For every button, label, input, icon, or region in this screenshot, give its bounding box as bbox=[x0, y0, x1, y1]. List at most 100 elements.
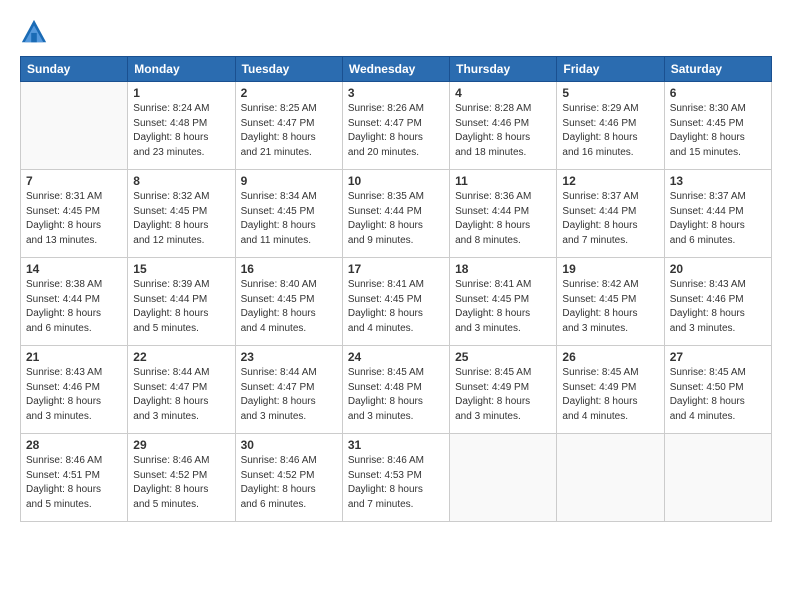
day-number: 26 bbox=[562, 350, 658, 364]
day-number: 21 bbox=[26, 350, 122, 364]
calendar-cell bbox=[664, 434, 771, 522]
day-number: 22 bbox=[133, 350, 229, 364]
calendar-cell: 22 Sunrise: 8:44 AM Sunset: 4:47 PM Dayli… bbox=[128, 346, 235, 434]
day-info: Sunrise: 8:46 AM Sunset: 4:52 PM Dayligh… bbox=[241, 454, 337, 512]
calendar-cell: 5Sunrise: 8:29 AM Sunset: 4:46 PM Daylig… bbox=[557, 82, 664, 170]
day-number: 31 bbox=[348, 438, 444, 452]
week-row-0: 1 Sunrise: 8:24 AM Sunset: 4:48 PM Daylig… bbox=[21, 82, 772, 170]
logo-icon bbox=[20, 18, 48, 46]
day-info: Sunrise: 8:37 AM Sunset: 4:44 PM Dayligh… bbox=[562, 190, 658, 248]
day-number: 3 bbox=[348, 86, 444, 100]
calendar-cell: 17 Sunrise: 8:41 AM Sunset: 4:45 PM Dayli… bbox=[342, 258, 449, 346]
calendar-cell bbox=[450, 434, 557, 522]
calendar-cell: 1 Sunrise: 8:24 AM Sunset: 4:48 PM Daylig… bbox=[128, 82, 235, 170]
day-number: 9 bbox=[241, 174, 337, 188]
calendar-cell bbox=[21, 82, 128, 170]
day-number: 30 bbox=[241, 438, 337, 452]
day-number: 17 bbox=[348, 262, 444, 276]
calendar-cell: 28 Sunrise: 8:46 AM Sunset: 4:51 PM Dayli… bbox=[21, 434, 128, 522]
day-info: Sunrise: 8:35 AM Sunset: 4:44 PM Dayligh… bbox=[348, 190, 444, 248]
week-row-3: 21 Sunrise: 8:43 AM Sunset: 4:46 PM Dayli… bbox=[21, 346, 772, 434]
day-info: Sunrise: 8:38 AM Sunset: 4:44 PM Dayligh… bbox=[26, 278, 122, 336]
weekday-header-tuesday: Tuesday bbox=[235, 57, 342, 82]
day-number: 14 bbox=[26, 262, 122, 276]
day-number: 16 bbox=[241, 262, 337, 276]
day-number: 4 bbox=[455, 86, 551, 100]
weekday-header-thursday: Thursday bbox=[450, 57, 557, 82]
calendar-cell: 10 Sunrise: 8:35 AM Sunset: 4:44 PM Dayli… bbox=[342, 170, 449, 258]
day-number: 11 bbox=[455, 174, 551, 188]
calendar-cell: 11 Sunrise: 8:36 AM Sunset: 4:44 PM Dayli… bbox=[450, 170, 557, 258]
day-info: Sunrise: 8:25 AM Sunset: 4:47 PM Dayligh… bbox=[241, 102, 337, 160]
calendar-table: SundayMondayTuesdayWednesdayThursdayFrid… bbox=[20, 56, 772, 522]
day-number: 28 bbox=[26, 438, 122, 452]
day-number: 1 bbox=[133, 86, 229, 100]
day-number: 27 bbox=[670, 350, 766, 364]
calendar-cell: 31 Sunrise: 8:46 AM Sunset: 4:53 PM Dayli… bbox=[342, 434, 449, 522]
day-info: Sunrise: 8:30 AM Sunset: 4:45 PM Dayligh… bbox=[670, 102, 766, 160]
day-number: 20 bbox=[670, 262, 766, 276]
calendar-cell: 25Sunrise: 8:45 AM Sunset: 4:49 PM Dayli… bbox=[450, 346, 557, 434]
day-info: Sunrise: 8:43 AM Sunset: 4:46 PM Dayligh… bbox=[26, 366, 122, 424]
day-info: Sunrise: 8:31 AM Sunset: 4:45 PM Dayligh… bbox=[26, 190, 122, 248]
day-info: Sunrise: 8:44 AM Sunset: 4:47 PM Dayligh… bbox=[241, 366, 337, 424]
day-info: Sunrise: 8:34 AM Sunset: 4:45 PM Dayligh… bbox=[241, 190, 337, 248]
calendar-cell: 19 Sunrise: 8:42 AM Sunset: 4:45 PM Dayli… bbox=[557, 258, 664, 346]
day-number: 24 bbox=[348, 350, 444, 364]
day-info: Sunrise: 8:24 AM Sunset: 4:48 PM Dayligh… bbox=[133, 102, 229, 160]
calendar-cell: 20 Sunrise: 8:43 AM Sunset: 4:46 PM Dayli… bbox=[664, 258, 771, 346]
calendar-cell: 6 Sunrise: 8:30 AM Sunset: 4:45 PM Daylig… bbox=[664, 82, 771, 170]
day-info: Sunrise: 8:39 AM Sunset: 4:44 PM Dayligh… bbox=[133, 278, 229, 336]
day-info: Sunrise: 8:37 AM Sunset: 4:44 PM Dayligh… bbox=[670, 190, 766, 248]
day-number: 6 bbox=[670, 86, 766, 100]
week-row-1: 7 Sunrise: 8:31 AM Sunset: 4:45 PM Daylig… bbox=[21, 170, 772, 258]
calendar-cell: 26 Sunrise: 8:45 AM Sunset: 4:49 PM Dayli… bbox=[557, 346, 664, 434]
calendar-cell: 27 Sunrise: 8:45 AM Sunset: 4:50 PM Dayli… bbox=[664, 346, 771, 434]
day-number: 8 bbox=[133, 174, 229, 188]
day-info: Sunrise: 8:36 AM Sunset: 4:44 PM Dayligh… bbox=[455, 190, 551, 248]
calendar-cell: 16 Sunrise: 8:40 AM Sunset: 4:45 PM Dayli… bbox=[235, 258, 342, 346]
day-info: Sunrise: 8:41 AM Sunset: 4:45 PM Dayligh… bbox=[348, 278, 444, 336]
week-row-4: 28 Sunrise: 8:46 AM Sunset: 4:51 PM Dayli… bbox=[21, 434, 772, 522]
calendar-cell: 29 Sunrise: 8:46 AM Sunset: 4:52 PM Dayli… bbox=[128, 434, 235, 522]
day-info: Sunrise: 8:46 AM Sunset: 4:52 PM Dayligh… bbox=[133, 454, 229, 512]
calendar-cell: 14 Sunrise: 8:38 AM Sunset: 4:44 PM Dayli… bbox=[21, 258, 128, 346]
calendar-cell: 30 Sunrise: 8:46 AM Sunset: 4:52 PM Dayli… bbox=[235, 434, 342, 522]
day-info: Sunrise: 8:44 AM Sunset: 4:47 PM Dayligh… bbox=[133, 366, 229, 424]
page: SundayMondayTuesdayWednesdayThursdayFrid… bbox=[0, 0, 792, 612]
day-info: Sunrise: 8:42 AM Sunset: 4:45 PM Dayligh… bbox=[562, 278, 658, 336]
day-number: 25 bbox=[455, 350, 551, 364]
day-number: 7 bbox=[26, 174, 122, 188]
calendar-cell: 23 Sunrise: 8:44 AM Sunset: 4:47 PM Dayli… bbox=[235, 346, 342, 434]
day-number: 18 bbox=[455, 262, 551, 276]
day-info: Sunrise: 8:46 AM Sunset: 4:51 PM Dayligh… bbox=[26, 454, 122, 512]
day-info: Sunrise: 8:43 AM Sunset: 4:46 PM Dayligh… bbox=[670, 278, 766, 336]
calendar-cell: 21 Sunrise: 8:43 AM Sunset: 4:46 PM Dayli… bbox=[21, 346, 128, 434]
calendar-cell: 2 Sunrise: 8:25 AM Sunset: 4:47 PM Daylig… bbox=[235, 82, 342, 170]
calendar-cell bbox=[557, 434, 664, 522]
day-number: 19 bbox=[562, 262, 658, 276]
calendar-cell: 3 Sunrise: 8:26 AM Sunset: 4:47 PM Daylig… bbox=[342, 82, 449, 170]
day-info: Sunrise: 8:40 AM Sunset: 4:45 PM Dayligh… bbox=[241, 278, 337, 336]
calendar-cell: 13Sunrise: 8:37 AM Sunset: 4:44 PM Dayli… bbox=[664, 170, 771, 258]
calendar-cell: 18 Sunrise: 8:41 AM Sunset: 4:45 PM Dayli… bbox=[450, 258, 557, 346]
day-info: Sunrise: 8:45 AM Sunset: 4:50 PM Dayligh… bbox=[670, 366, 766, 424]
calendar-cell: 9 Sunrise: 8:34 AM Sunset: 4:45 PM Daylig… bbox=[235, 170, 342, 258]
calendar-cell: 12Sunrise: 8:37 AM Sunset: 4:44 PM Dayli… bbox=[557, 170, 664, 258]
calendar-cell: 7 Sunrise: 8:31 AM Sunset: 4:45 PM Daylig… bbox=[21, 170, 128, 258]
day-info: Sunrise: 8:26 AM Sunset: 4:47 PM Dayligh… bbox=[348, 102, 444, 160]
day-info: Sunrise: 8:45 AM Sunset: 4:49 PM Dayligh… bbox=[562, 366, 658, 424]
week-row-2: 14 Sunrise: 8:38 AM Sunset: 4:44 PM Dayli… bbox=[21, 258, 772, 346]
weekday-header-monday: Monday bbox=[128, 57, 235, 82]
day-number: 23 bbox=[241, 350, 337, 364]
day-info: Sunrise: 8:29 AM Sunset: 4:46 PM Dayligh… bbox=[562, 102, 658, 160]
day-info: Sunrise: 8:28 AM Sunset: 4:46 PM Dayligh… bbox=[455, 102, 551, 160]
day-number: 29 bbox=[133, 438, 229, 452]
calendar-cell: 15Sunrise: 8:39 AM Sunset: 4:44 PM Dayli… bbox=[128, 258, 235, 346]
day-info: Sunrise: 8:41 AM Sunset: 4:45 PM Dayligh… bbox=[455, 278, 551, 336]
header bbox=[20, 18, 772, 46]
weekday-header-row: SundayMondayTuesdayWednesdayThursdayFrid… bbox=[21, 57, 772, 82]
day-number: 10 bbox=[348, 174, 444, 188]
day-number: 2 bbox=[241, 86, 337, 100]
day-info: Sunrise: 8:46 AM Sunset: 4:53 PM Dayligh… bbox=[348, 454, 444, 512]
